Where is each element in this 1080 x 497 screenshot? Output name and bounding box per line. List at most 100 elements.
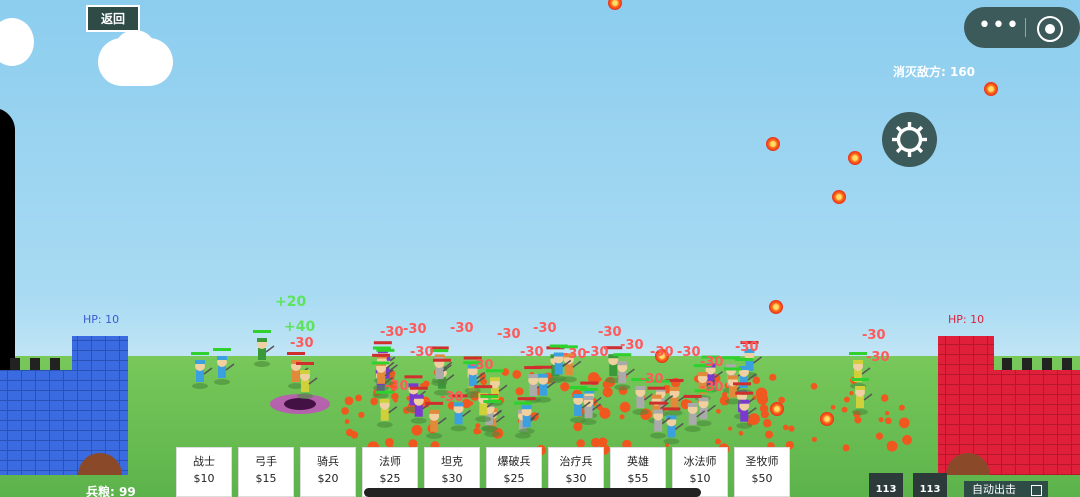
damage-number: -30: [650, 345, 674, 360]
back-button[interactable]: 返回: [86, 5, 140, 32]
blood-splatter: [475, 423, 481, 429]
unit-health-bar: [647, 386, 666, 390]
damage-number: -30: [450, 321, 474, 336]
blood-splatter: [752, 376, 761, 385]
spawn-progress-bar: [364, 488, 701, 497]
blood-splatter: [573, 421, 583, 432]
soldier: [254, 338, 275, 367]
unit-health-bar: [474, 385, 493, 389]
blood-splatter: [468, 401, 474, 406]
blood-splatter: [602, 386, 613, 398]
soldier: [214, 356, 235, 385]
blood-splatter: [602, 438, 608, 444]
blood-splatter: [902, 434, 913, 445]
checkbox-icon: [1031, 485, 1042, 496]
blood-splatter: [843, 396, 850, 403]
damage-number: -30: [380, 325, 404, 340]
unit-health-bar: [662, 407, 681, 411]
blood-splatter: [621, 403, 630, 412]
unit-health-bar: [517, 397, 536, 401]
blood-splatter: [763, 419, 772, 428]
unit-health-bar: [296, 362, 314, 365]
blood-splatter: [811, 436, 817, 443]
blood-splatter: [599, 407, 611, 419]
damage-number: -30: [598, 325, 622, 340]
unit-health-bar: [191, 352, 209, 355]
blood-splatter: [830, 404, 836, 410]
unit-card-warrior[interactable]: 战士 $10: [176, 447, 232, 497]
soldier: [614, 361, 635, 391]
unit-health-bar: [569, 386, 588, 390]
unit-health-bar: [404, 375, 423, 379]
soldier: [376, 398, 398, 428]
settings-button[interactable]: [882, 112, 937, 167]
unit-health-bar: [372, 346, 391, 350]
blood-splatter: [841, 406, 848, 413]
unit-card-archer[interactable]: 弓手 $15: [238, 447, 294, 497]
unit-health-bar: [734, 357, 753, 361]
blood-splatter: [393, 397, 398, 403]
unit-health-bar: [371, 361, 390, 365]
damage-number: -30: [677, 345, 701, 360]
damage-number: -30: [640, 372, 664, 387]
heal-number: +40: [284, 319, 316, 335]
blood-splatter: [512, 369, 522, 379]
blood-splatter: [422, 380, 430, 388]
blood-splatter: [898, 404, 905, 411]
blood-splatter: [885, 417, 892, 425]
blood-splatter: [778, 396, 786, 404]
blood-splatter: [769, 373, 777, 381]
soldier: [426, 409, 447, 439]
heal-number: +20: [275, 294, 307, 310]
unit-health-bar: [733, 382, 752, 386]
damage-number: -30: [700, 380, 724, 395]
soldier: [852, 386, 873, 415]
damage-number: -30: [470, 358, 494, 373]
unit-health-bar: [735, 391, 754, 395]
food-counter: 兵粮: 99: [86, 485, 136, 497]
kills-counter: 消灭敌方: 160: [893, 65, 976, 79]
unit-health-bar: [372, 353, 391, 357]
blood-splatter: [884, 411, 890, 416]
blood-splatter: [715, 438, 722, 445]
blood-splatter: [728, 426, 733, 431]
damage-number: -30: [410, 345, 434, 360]
damage-number: -30: [585, 345, 609, 360]
blood-splatter: [760, 410, 770, 419]
blood-splatter: [878, 417, 884, 423]
unit-health-bar: [213, 348, 231, 351]
damage-number: -30: [497, 327, 521, 342]
unit-card-priest[interactable]: 圣牧师 $50: [734, 447, 790, 497]
capsule-divider: [1025, 18, 1026, 37]
auto-attack-toggle[interactable]: 自动出击: [964, 481, 1048, 497]
blood-splatter: [358, 411, 365, 419]
damage-number: -30: [520, 345, 544, 360]
blood-splatter: [344, 419, 350, 424]
blood-splatter: [842, 444, 850, 452]
unit-health-bar: [683, 394, 702, 398]
target-circle-icon[interactable]: [1037, 16, 1063, 42]
blood-splatter: [886, 440, 898, 452]
damage-number: -30: [563, 347, 587, 362]
more-dots-icon[interactable]: •••: [978, 13, 1019, 41]
blood-splatter: [854, 416, 862, 424]
blood-splatter: [515, 387, 524, 396]
unit-health-bar: [409, 386, 428, 390]
skill-button-1[interactable]: 113: [869, 473, 903, 497]
gear-icon: [892, 122, 927, 157]
damage-number: -30: [440, 390, 464, 405]
blood-splatter: [355, 394, 363, 402]
blood-splatter: [716, 408, 721, 414]
mini-program-capsule: •••: [964, 7, 1080, 48]
damage-number: -30: [403, 322, 427, 337]
unit-card-cavalry[interactable]: 骑兵 $20: [300, 447, 356, 497]
blood-splatter: [782, 424, 789, 431]
unit-health-bar: [613, 353, 632, 357]
skill-button-2[interactable]: 113: [913, 473, 947, 497]
soldier: [192, 360, 213, 389]
unit-health-bar: [723, 367, 742, 371]
unit-health-bar: [534, 365, 553, 369]
unit-health-bar: [851, 378, 869, 381]
battlefield: HP: 10 HP: 10 +20 +40 -30 -30 -30 -30 -3…: [0, 0, 1080, 497]
blood-splatter: [765, 430, 774, 439]
